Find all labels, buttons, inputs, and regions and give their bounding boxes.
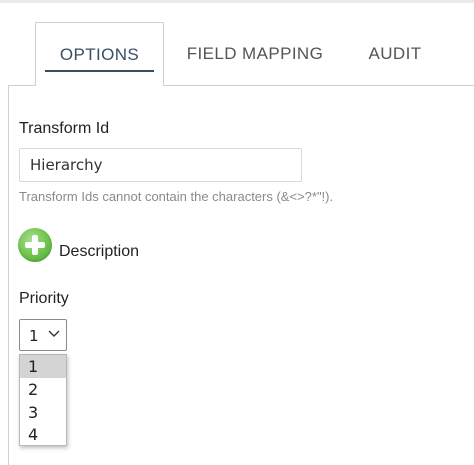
top-divider bbox=[0, 0, 474, 3]
transform-id-hint: Transform Ids cannot contain the charact… bbox=[19, 189, 334, 204]
tab-options-label: OPTIONS bbox=[59, 44, 140, 64]
transform-id-input[interactable]: Hierarchy bbox=[19, 148, 302, 182]
tab-field-mapping-label: FIELD MAPPING bbox=[186, 43, 324, 63]
priority-option-4[interactable]: 4 bbox=[20, 423, 66, 446]
priority-selected-value: 1 bbox=[29, 327, 39, 345]
priority-dropdown-list: 1 2 3 4 bbox=[19, 354, 67, 446]
priority-select[interactable]: 1 bbox=[19, 319, 67, 351]
priority-option-2[interactable]: 2 bbox=[20, 378, 66, 401]
active-tab-underline bbox=[45, 70, 154, 72]
tab-audit[interactable]: AUDIT bbox=[355, 22, 435, 85]
priority-option-1[interactable]: 1 bbox=[20, 355, 66, 378]
description-label: Description bbox=[59, 243, 140, 260]
tab-options[interactable]: OPTIONS bbox=[35, 22, 164, 86]
options-panel bbox=[8, 85, 474, 465]
chevron-down-icon bbox=[48, 330, 60, 337]
add-description-button[interactable] bbox=[18, 228, 52, 262]
transform-id-label: Transform Id bbox=[19, 120, 110, 137]
tab-field-mapping[interactable]: FIELD MAPPING bbox=[180, 22, 330, 85]
tab-bar: OPTIONS FIELD MAPPING AUDIT bbox=[0, 22, 474, 86]
priority-option-3[interactable]: 3 bbox=[20, 401, 66, 424]
tab-audit-label: AUDIT bbox=[368, 43, 422, 63]
transform-options-page: OPTIONS FIELD MAPPING AUDIT Transform Id… bbox=[0, 0, 474, 465]
priority-label: Priority bbox=[19, 290, 69, 307]
